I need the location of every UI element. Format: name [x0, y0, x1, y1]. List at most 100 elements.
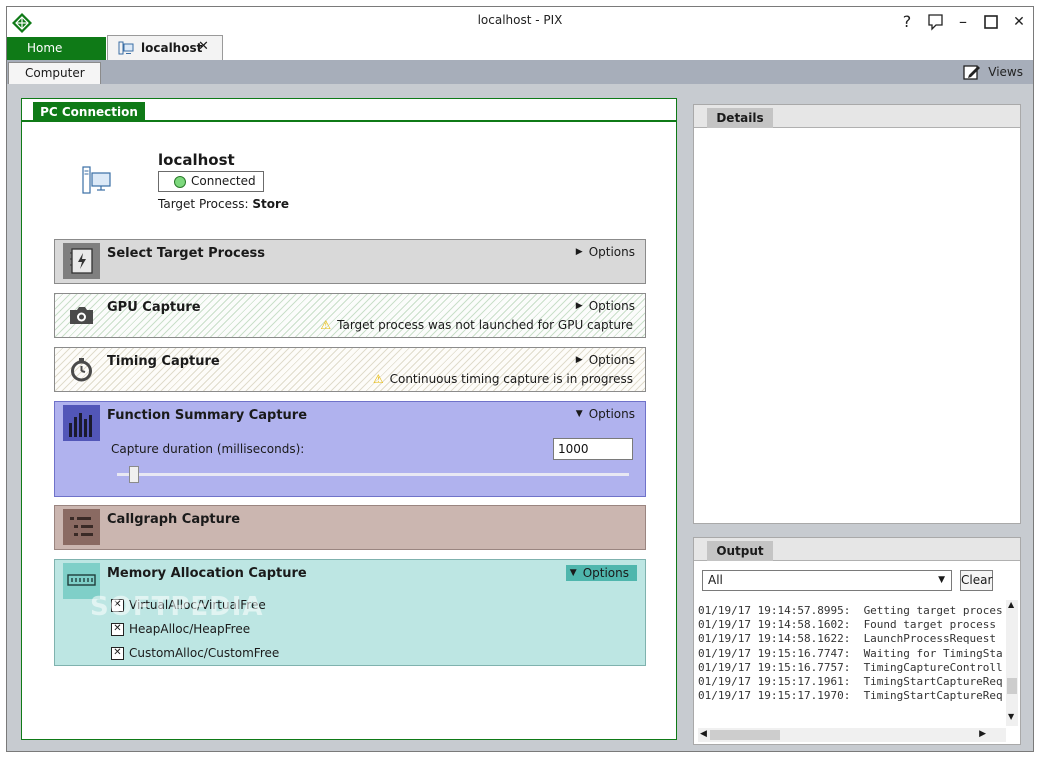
connection-status-badge[interactable]: Connected — [158, 171, 264, 192]
bar-chart-icon — [63, 405, 100, 441]
output-filter-select[interactable]: All ▼ — [702, 570, 952, 591]
gpu-capture-warning-text: Target process was not launched for GPU … — [337, 318, 633, 332]
window-title: localhost - PIX — [477, 13, 563, 27]
title-bar: localhost - PIX ? – ✕ — [7, 7, 1033, 37]
log-line: 01/19/17 19:14:57.8995: Getting target p… — [698, 604, 1002, 617]
tab-pc-connection[interactable]: PC Connection — [33, 102, 145, 122]
callgraph-capture-title: Callgraph Capture — [107, 512, 241, 527]
log-line: 01/19/17 19:15:16.7757: TimingCaptureCon… — [698, 660, 1002, 674]
checkbox-checked-icon: ✕ — [111, 646, 124, 660]
close-tab-icon[interactable]: ✕ — [198, 39, 209, 54]
timing-capture-section[interactable]: Timing Capture ▶ Options ⚠ Continuous ti… — [54, 347, 646, 392]
callgraph-capture-section[interactable]: Callgraph Capture — [54, 505, 646, 550]
output-vertical-scrollbar[interactable]: ▲ ▼ — [1006, 600, 1018, 726]
memory-allocation-capture-section[interactable]: Memory Allocation Capture ▼ Options ✕ Vi… — [54, 559, 646, 666]
minimize-icon[interactable]: – — [949, 11, 977, 33]
chevron-down-icon: ▼ — [569, 568, 577, 578]
help-icon[interactable]: ? — [893, 11, 921, 33]
output-horizontal-scrollbar[interactable]: ◀ ▶ — [698, 728, 1006, 742]
customalloc-label: CustomAlloc/CustomFree — [129, 646, 280, 660]
capture-duration-input[interactable] — [553, 438, 633, 460]
callgraph-tree-icon — [63, 509, 100, 545]
output-log[interactable]: 01/19/17 19:14:57.8995: Getting target p… — [698, 604, 1002, 730]
memory-allocation-capture-options[interactable]: ▼ Options — [565, 565, 637, 581]
host-name: localhost — [158, 151, 235, 169]
pc-connection-panel: PC Connection localhost Connected Target… — [21, 98, 677, 740]
log-line: 01/19/17 19:14:58.1622: LaunchProcessReq… — [698, 632, 997, 646]
details-panel: Details — [693, 104, 1021, 524]
timing-capture-warning-text: Continuous timing capture is in progress — [389, 372, 633, 386]
camera-icon — [70, 307, 93, 324]
target-process-line: Target Process: Store — [158, 197, 289, 211]
options-label: Options — [582, 566, 629, 580]
options-label: Options — [588, 299, 635, 313]
output-filter-value: All — [708, 573, 723, 587]
view-bar: Computer Views — [7, 60, 1033, 84]
vertical-scroll-thumb[interactable] — [1007, 678, 1017, 694]
scroll-right-icon[interactable]: ▶ — [979, 729, 986, 739]
target-process-value: Store — [252, 197, 290, 211]
heapalloc-label: HeapAlloc/HeapFree — [129, 622, 251, 636]
log-line: 01/19/17 19:15:17.1970: TimingStartCaptu… — [698, 689, 1002, 703]
output-panel: Output All ▼ Clear 01/19/17 19:14:57.899… — [693, 537, 1021, 745]
feedback-icon[interactable] — [921, 11, 949, 33]
connection-status-text: Connected — [191, 174, 256, 188]
details-header: Details — [694, 105, 1020, 128]
pix-window: localhost - PIX ? – ✕ Home localhost ✕ C… — [6, 6, 1034, 752]
log-line: 01/19/17 19:14:58.1602: Found target pro… — [698, 618, 997, 632]
edit-views-icon — [963, 65, 981, 80]
scroll-up-icon[interactable]: ▲ — [1008, 600, 1014, 609]
tab-output[interactable]: Output — [707, 541, 773, 561]
pc-connection-tabline: PC Connection — [22, 99, 676, 122]
tab-localhost[interactable]: localhost ✕ — [107, 35, 223, 60]
tab-strip: Home localhost ✕ — [7, 35, 1033, 60]
tab-details[interactable]: Details — [707, 108, 773, 128]
select-target-process-section[interactable]: Select Target Process ▶ Options — [54, 239, 646, 284]
views-button[interactable]: Views — [963, 64, 1023, 80]
log-line: 01/19/17 19:15:17.1961: TimingStartCaptu… — [698, 675, 1002, 689]
checkbox-checked-icon: ✕ — [111, 622, 124, 636]
gpu-capture-title: GPU Capture — [107, 300, 201, 315]
tab-localhost-label: localhost — [141, 41, 203, 55]
warning-icon: ⚠ — [372, 372, 384, 386]
log-line: 01/19/17 19:15:16.7747: Waiting for Timi… — [698, 646, 1002, 660]
computer-icon — [118, 41, 134, 55]
chevron-down-icon: ▼ — [938, 575, 945, 585]
main-content: PC Connection localhost Connected Target… — [7, 84, 1033, 751]
scroll-left-icon[interactable]: ◀ — [700, 729, 707, 739]
virtualalloc-checkbox[interactable]: ✕ VirtualAlloc/VirtualFree — [111, 598, 266, 612]
scroll-down-icon[interactable]: ▼ — [1008, 712, 1014, 721]
capture-duration-slider-thumb[interactable] — [129, 466, 140, 483]
chevron-down-icon: ▼ — [575, 409, 583, 419]
function-summary-capture-options[interactable]: ▼ Options — [576, 407, 635, 421]
maximize-icon[interactable] — [977, 11, 1005, 33]
warning-icon: ⚠ — [320, 318, 332, 332]
close-window-icon[interactable]: ✕ — [1005, 11, 1033, 33]
computer-icon — [82, 166, 111, 194]
memory-allocation-capture-title: Memory Allocation Capture — [107, 566, 307, 581]
horizontal-scroll-thumb[interactable] — [710, 730, 780, 740]
gpu-capture-section[interactable]: GPU Capture ▶ Options ⚠ Target process w… — [54, 293, 646, 338]
options-label: Options — [588, 407, 635, 421]
stopwatch-icon — [71, 358, 92, 382]
process-lightning-icon — [63, 243, 100, 279]
clear-output-button[interactable]: Clear — [960, 570, 993, 591]
function-summary-capture-title: Function Summary Capture — [107, 408, 308, 423]
chevron-right-icon: ▶ — [575, 355, 583, 365]
timing-capture-options[interactable]: ▶ Options — [576, 353, 635, 367]
views-label: Views — [988, 65, 1023, 79]
heapalloc-checkbox[interactable]: ✕ HeapAlloc/HeapFree — [111, 622, 250, 636]
timing-capture-warning: ⚠ Continuous timing capture is in progre… — [373, 372, 633, 386]
gpu-capture-warning: ⚠ Target process was not launched for GP… — [320, 318, 633, 332]
select-target-process-options[interactable]: ▶ Options — [576, 245, 635, 259]
chevron-right-icon: ▶ — [575, 301, 583, 311]
options-label: Options — [588, 245, 635, 259]
capture-duration-slider-track[interactable] — [117, 473, 629, 476]
tab-home[interactable]: Home — [7, 37, 106, 60]
gpu-capture-options[interactable]: ▶ Options — [576, 299, 635, 313]
chevron-right-icon: ▶ — [575, 247, 583, 257]
function-summary-capture-section[interactable]: Function Summary Capture ▼ Options Captu… — [54, 401, 646, 497]
select-target-process-title: Select Target Process — [107, 246, 266, 261]
tab-computer[interactable]: Computer — [8, 62, 101, 84]
customalloc-checkbox[interactable]: ✕ CustomAlloc/CustomFree — [111, 646, 279, 660]
